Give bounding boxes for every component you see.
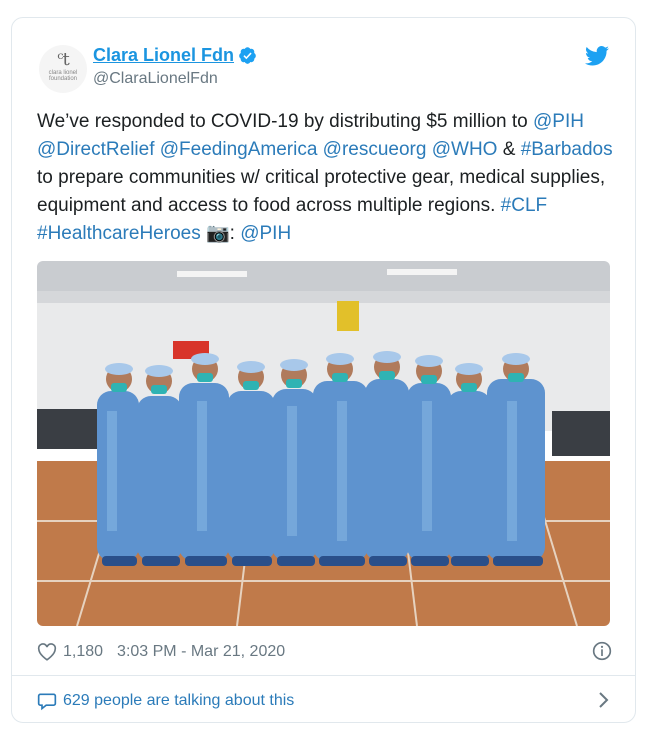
author-handle[interactable]: @ClaraLionelFdn bbox=[93, 70, 218, 88]
like-count[interactable]: 1,180 bbox=[63, 643, 103, 661]
tweet-card[interactable]: ᶜt clara lionel foundation Clara Lionel … bbox=[11, 17, 636, 723]
chevron-right-icon[interactable] bbox=[598, 691, 610, 709]
healthcare-workers-photo bbox=[37, 261, 610, 626]
info-icon[interactable] bbox=[592, 641, 612, 661]
avatar-monogram: ᶜt bbox=[57, 49, 69, 70]
tweet-photo[interactable] bbox=[37, 261, 610, 626]
card-divider bbox=[12, 675, 635, 676]
talking-count-text[interactable]: 629 people are talking about this bbox=[63, 692, 294, 710]
author-name-link[interactable]: Clara Lionel Fdn bbox=[93, 45, 234, 66]
mention-pih-link[interactable]: @PIH bbox=[240, 223, 291, 244]
conversation-link[interactable]: 629 people are talking about this bbox=[37, 689, 612, 713]
tweet-text-segment: We’ve responded to COVID-19 by distribut… bbox=[37, 111, 534, 132]
verified-badge-icon bbox=[239, 47, 256, 64]
speech-bubble-icon bbox=[37, 693, 57, 711]
tweet-text: We’ve responded to COVID-19 by distribut… bbox=[37, 108, 622, 248]
avatar-caption-line2: foundation bbox=[48, 76, 78, 82]
heart-icon[interactable] bbox=[37, 643, 57, 661]
tweet-timestamp[interactable]: 3:03 PM - Mar 21, 2020 bbox=[117, 643, 285, 661]
avatar[interactable]: ᶜt clara lionel foundation bbox=[39, 45, 87, 93]
tweet-meta: 1,180 3:03 PM - Mar 21, 2020 bbox=[37, 641, 612, 663]
author-name-row: Clara Lionel Fdn bbox=[93, 45, 257, 66]
twitter-bird-icon[interactable] bbox=[585, 46, 609, 66]
camera-credit-text: 📷: bbox=[200, 223, 241, 244]
tweet-text-segment: & bbox=[497, 139, 521, 160]
hashtag-barbados-link[interactable]: #Barbados bbox=[521, 139, 613, 160]
